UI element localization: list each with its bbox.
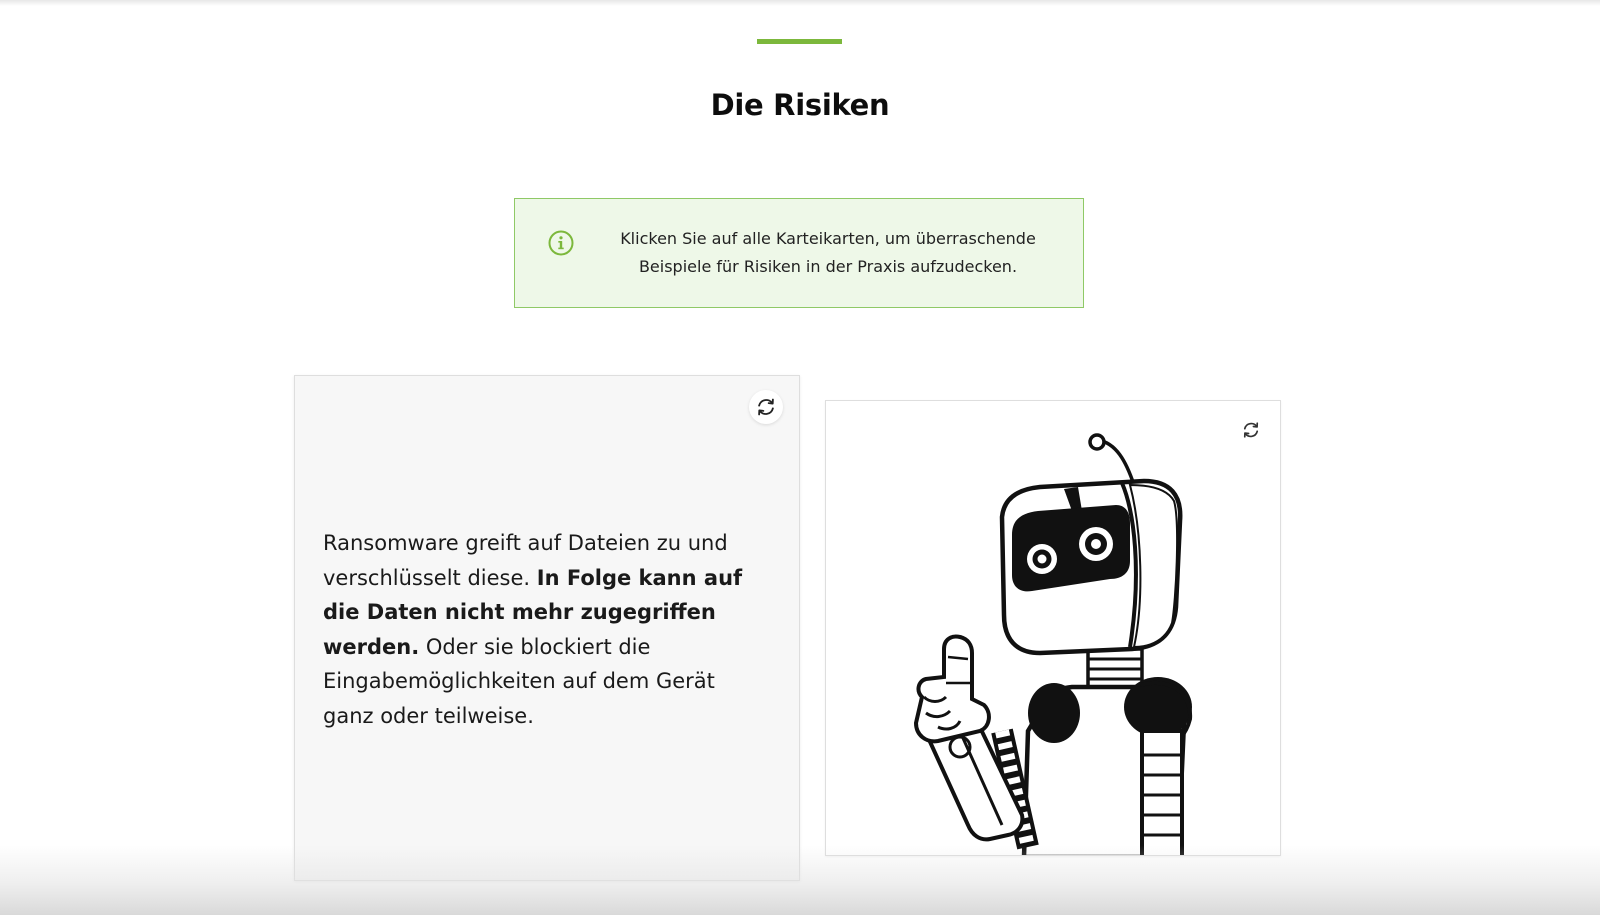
flip-card-button[interactable] <box>749 390 783 424</box>
bottom-shadow <box>0 845 1600 915</box>
section-accent-line <box>757 39 842 44</box>
top-shadow <box>0 0 1600 6</box>
page: Die Risiken Klicken Sie auf alle Karteik… <box>0 0 1600 915</box>
info-message-line-1: Klicken Sie auf alle Karteikarten, um üb… <box>620 229 1036 248</box>
flashcard-robot[interactable] <box>825 400 1281 856</box>
info-circle-icon <box>548 230 574 256</box>
refresh-icon <box>758 398 774 416</box>
robot-illustration <box>913 433 1193 855</box>
info-message: Klicken Sie auf alle Karteikarten, um üb… <box>603 225 1053 281</box>
info-callout: Klicken Sie auf alle Karteikarten, um üb… <box>514 198 1084 308</box>
info-message-line-2: Beispiele für Risiken in der Praxis aufz… <box>638 257 1018 276</box>
card-description: Ransomware greift auf Dateien zu und ver… <box>323 526 763 733</box>
section-title: Die Risiken <box>710 88 890 122</box>
flashcard-ransomware[interactable]: Ransomware greift auf Dateien zu und ver… <box>294 375 800 881</box>
